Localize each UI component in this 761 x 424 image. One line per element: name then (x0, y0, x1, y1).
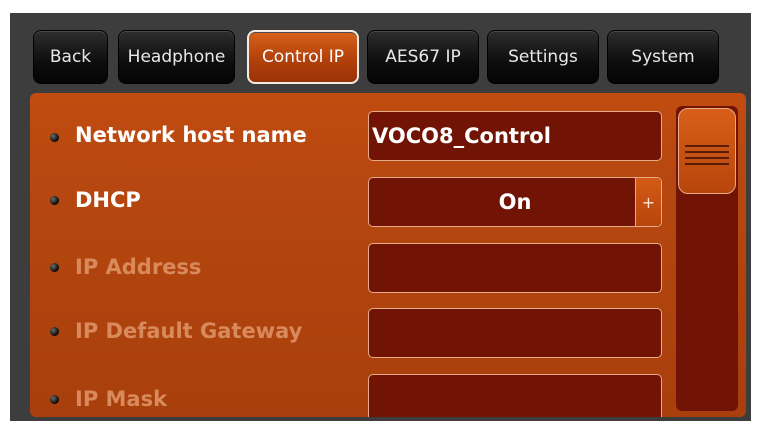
tab-headphone[interactable]: Headphone (118, 30, 235, 84)
tab-label: Control IP (261, 47, 345, 67)
grip-line (685, 151, 729, 153)
tab-label: System (631, 47, 695, 67)
ip-address-field[interactable] (368, 243, 662, 293)
tab-label: Back (49, 47, 92, 67)
ip-address-label: IP Address (75, 255, 202, 279)
dhcp-label: DHCP (75, 188, 141, 212)
grip-line (685, 145, 729, 147)
tab-system[interactable]: System (607, 30, 719, 84)
network-host-name-label: Network host name (75, 123, 307, 147)
tab-label: Headphone (127, 47, 226, 67)
bullet-icon (50, 196, 59, 205)
bullet-icon (50, 327, 59, 336)
ip-default-gateway-field[interactable] (368, 308, 662, 358)
network-host-name-field[interactable]: VOCO8_Control (368, 111, 662, 161)
bullet-icon (50, 395, 59, 404)
scrollbar-thumb[interactable] (678, 108, 736, 194)
grip-line (685, 163, 729, 165)
ip-mask-label: IP Mask (75, 387, 168, 411)
dhcp-selector[interactable]: On + (368, 177, 662, 227)
field-value: VOCO8_Control (372, 124, 551, 148)
plus-icon: + (641, 192, 656, 212)
grip-line (685, 157, 729, 159)
tab-label: Settings (508, 47, 578, 67)
tab-control-ip[interactable]: Control IP (247, 30, 359, 84)
tab-aes67-ip[interactable]: AES67 IP (367, 30, 479, 84)
ip-mask-field[interactable] (368, 374, 662, 417)
tab-label: AES67 IP (385, 47, 461, 67)
tab-settings[interactable]: Settings (487, 30, 599, 84)
device-screen: Back Headphone Control IP AES67 IP Setti… (10, 13, 751, 421)
tab-back[interactable]: Back (33, 30, 108, 84)
plus-button[interactable]: + (635, 178, 661, 226)
field-value: On (498, 190, 532, 214)
scrollbar[interactable] (676, 106, 738, 411)
bullet-icon (50, 133, 59, 142)
ip-default-gateway-label: IP Default Gateway (75, 319, 303, 343)
bullet-icon (50, 263, 59, 272)
settings-panel: Network host name VOCO8_Control DHCP On … (30, 93, 746, 417)
